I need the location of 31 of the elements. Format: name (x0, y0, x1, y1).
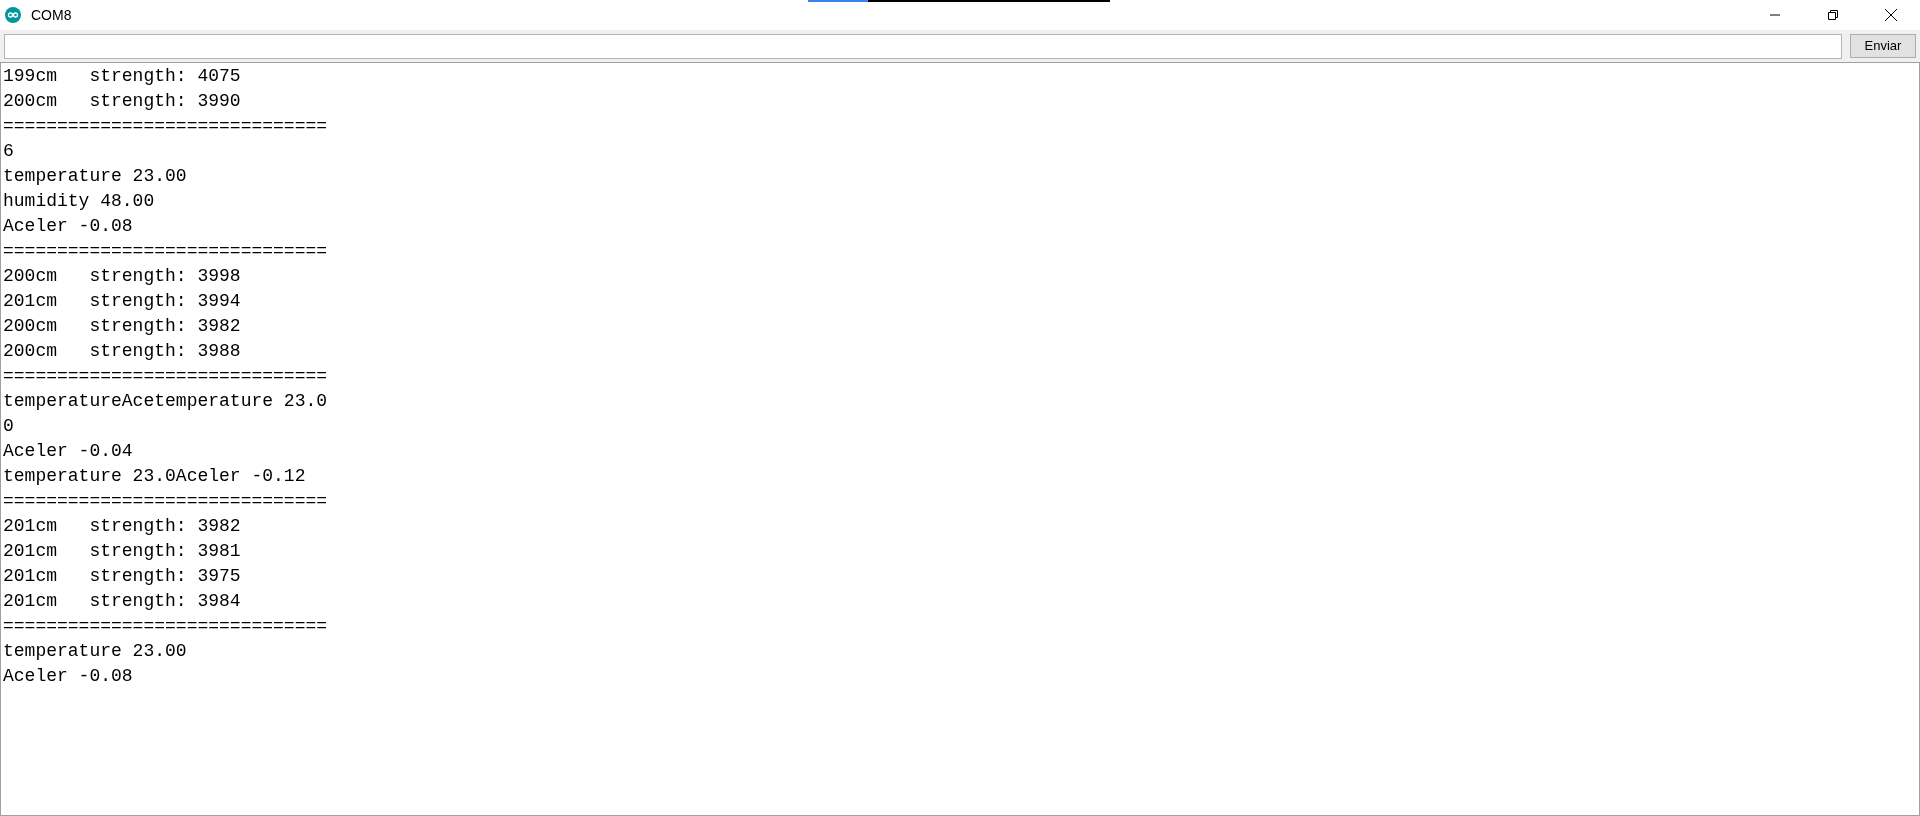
output-line: 200cm strength: 3982 (3, 315, 241, 338)
output-line: 199cm strength: 4075 (3, 65, 241, 88)
output-line: humidity 48.00 (3, 190, 155, 213)
output-line: Aceler -0.04 (3, 440, 133, 463)
output-line: 201cm strength: 3994 (3, 290, 241, 313)
send-field[interactable] (4, 33, 1842, 59)
window-title: COM8 (31, 5, 72, 25)
output-line: temperatureAcetemperature 23.0 (3, 390, 328, 413)
output-line: ============================== (3, 115, 328, 138)
output-line: 200cm strength: 3988 (3, 340, 241, 363)
output-line: 200cm strength: 3998 (3, 265, 241, 288)
output-line: ============================== (3, 615, 328, 638)
output-line: 6 (3, 140, 14, 163)
output-line: temperature 23.00 (3, 640, 187, 663)
app-icon (5, 7, 21, 23)
output-line: 201cm strength: 3982 (3, 515, 241, 538)
output-line: ============================== (3, 240, 328, 263)
close-icon (1884, 8, 1898, 22)
output-line: 0 (3, 415, 14, 438)
output-line: temperature 23.0Aceler -0.12 (3, 465, 306, 488)
output-line: 201cm strength: 3975 (3, 565, 241, 588)
restore-icon (1827, 9, 1839, 21)
output-line: Aceler -0.08 (3, 215, 133, 238)
output-line: Aceler -0.08 (3, 665, 133, 688)
output-line: 201cm strength: 3984 (3, 590, 241, 613)
output-line: 200cm strength: 3990 (3, 90, 241, 113)
output-line: ============================== (3, 365, 328, 388)
output-line: ============================== (3, 490, 328, 513)
send-button[interactable]: Enviar (1850, 34, 1916, 58)
output-line: 201cm strength: 3981 (3, 540, 241, 563)
output-line: temperature 23.00 (3, 165, 187, 188)
